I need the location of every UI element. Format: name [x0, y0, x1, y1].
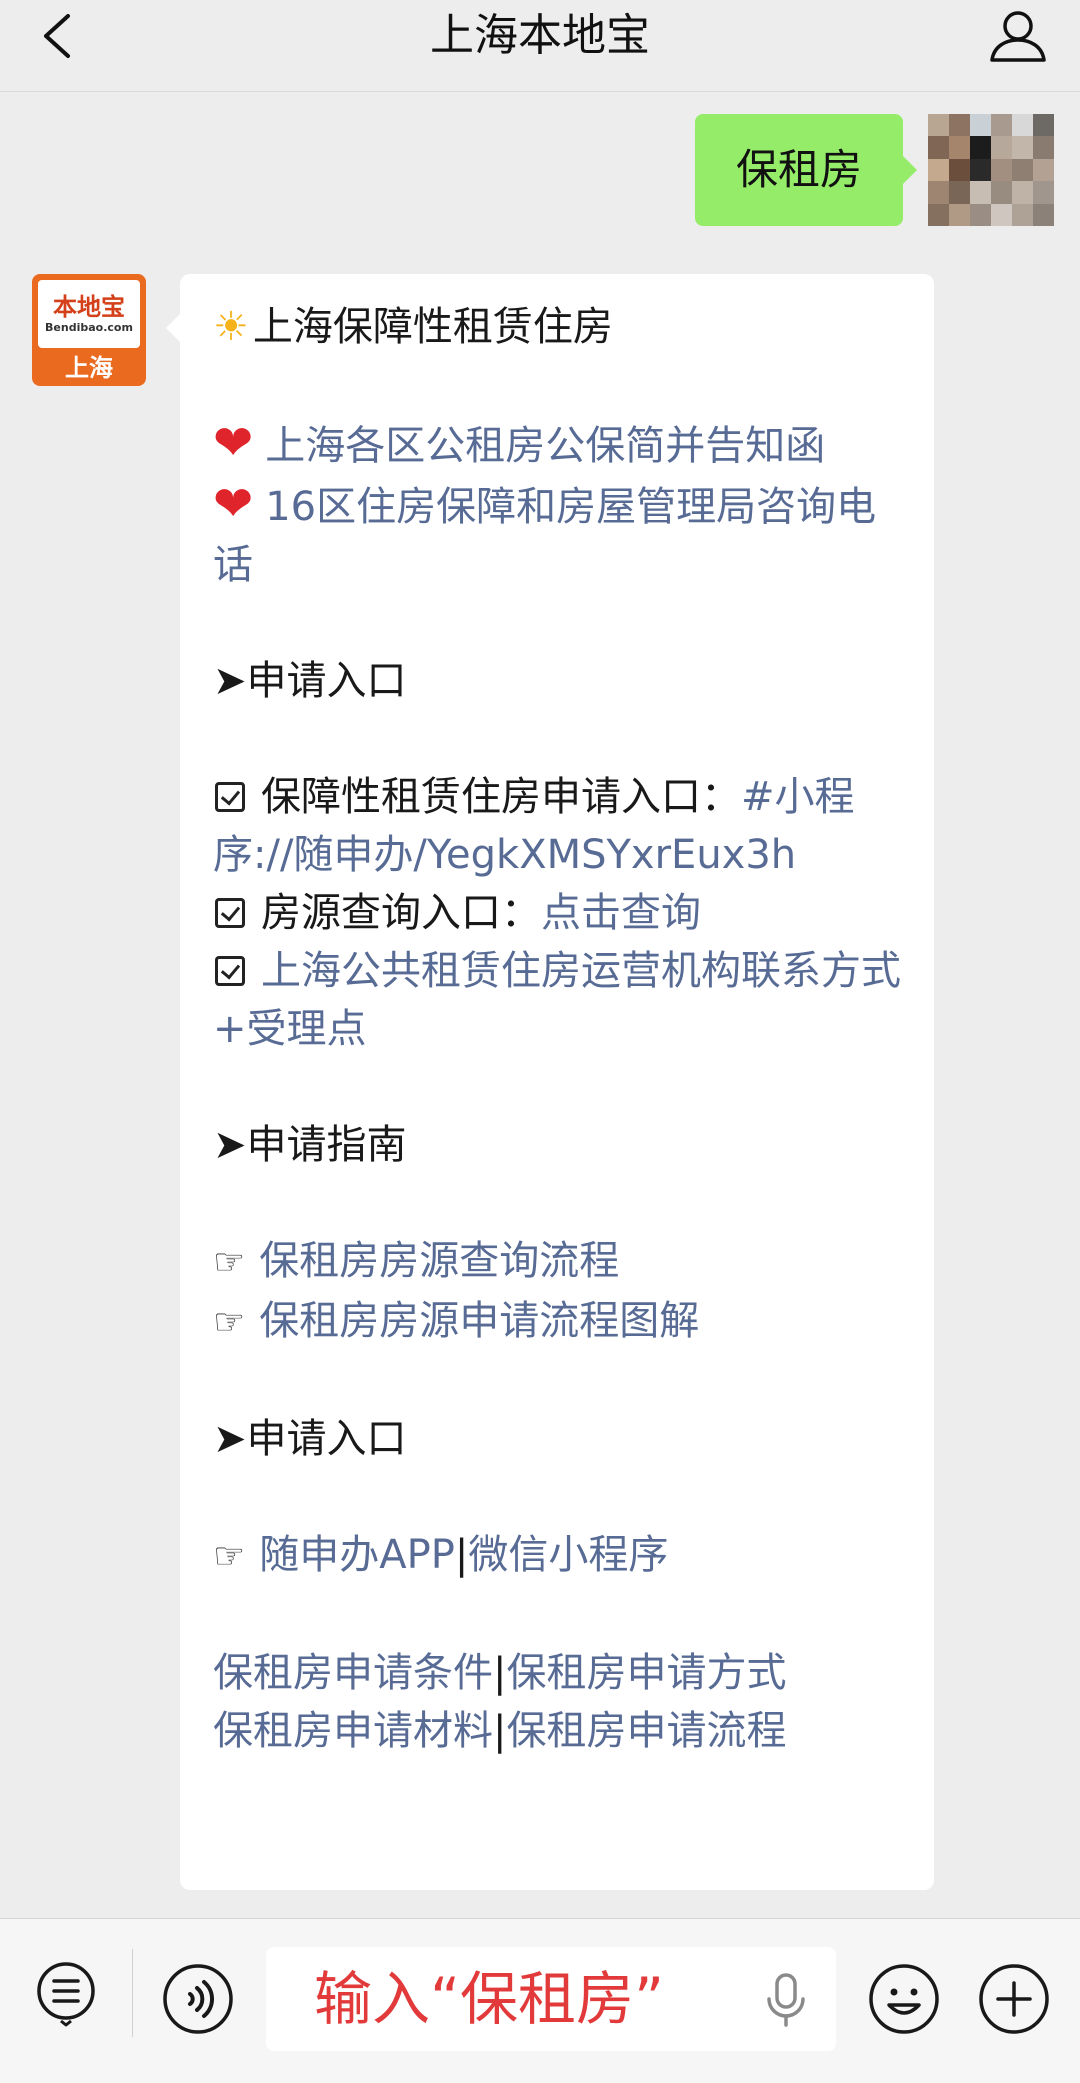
- checkbox-icon: [215, 782, 245, 812]
- guide-item: ☞ 保租房房源查询流程: [213, 1232, 902, 1292]
- chat-screen: 上海本地宝 保租房 本地宝 Bendibao.com 上海 ☀ 上海保障性租赁住房…: [0, 0, 1080, 2083]
- input-hint-text: 输入“保租房”: [314, 1965, 665, 2033]
- app-entry-item: ☞ 随申办APP|微信小程序: [213, 1526, 902, 1586]
- entry-label: 房源查询入口：: [261, 890, 541, 936]
- separator: |: [454, 1532, 469, 1578]
- bot-avatar[interactable]: 本地宝 Bendibao.com 上海: [32, 274, 146, 386]
- entry-item: 房源查询入口：点击查询: [213, 884, 902, 942]
- voice-button[interactable]: [162, 1963, 234, 2035]
- heart-icon: ❤: [213, 415, 254, 471]
- bot-message-bubble: ☀ 上海保障性租赁住房 ❤ 上海各区公租房公保简并告知函 ❤ 16区住房保障和房屋管理…: [166, 274, 934, 1890]
- logo-domain: Bendibao.com: [45, 321, 133, 334]
- user-avatar[interactable]: [928, 114, 1054, 226]
- section-title: ➤申请指南: [213, 1122, 407, 1168]
- entry-item: 保障性租赁住房申请入口：#小程序://随申办/YegkXMSYxrEux3h: [213, 768, 902, 884]
- section-title: ➤申请入口: [213, 1416, 407, 1462]
- bendibao-logo: 本地宝 Bendibao.com: [38, 280, 140, 348]
- materials-link[interactable]: 保租房申请材料: [213, 1708, 493, 1754]
- pointing-hand-icon: ☞: [213, 1242, 246, 1283]
- pointing-hand-icon: ☞: [213, 1536, 246, 1577]
- guide-link[interactable]: 保租房房源申请流程图解: [259, 1298, 699, 1344]
- emoji-icon: [869, 1964, 939, 2034]
- process-link[interactable]: 保租房申请流程: [506, 1708, 786, 1754]
- microphone-icon[interactable]: [758, 1971, 814, 2029]
- emoji-button[interactable]: [868, 1963, 940, 2035]
- separator: |: [493, 1708, 507, 1754]
- link-line: ❤ 上海各区公租房公保简并告知函: [213, 414, 902, 475]
- menu-list-icon: [37, 1962, 95, 2027]
- bottom-input-bar: 输入“保租房”: [0, 1918, 1080, 2083]
- notice-link[interactable]: 上海各区公租房公保简并告知函: [265, 423, 825, 469]
- consult-phone-link[interactable]: 16区住房保障和房屋管理局咨询电话: [213, 484, 876, 588]
- message-title: 上海保障性租赁住房: [252, 304, 613, 350]
- message-input[interactable]: 输入“保租房”: [266, 1947, 836, 2051]
- entry-label: 保障性租赁住房申请入口：: [261, 774, 741, 820]
- bar-divider: [132, 1949, 133, 2037]
- profile-button[interactable]: [986, 4, 1050, 68]
- query-link[interactable]: 点击查询: [541, 890, 701, 936]
- agency-contact-link[interactable]: 上海公共租赁住房运营机构联系方式+受理点: [213, 948, 901, 1052]
- separator: |: [493, 1650, 507, 1696]
- guide-item: ☞ 保租房房源申请流程图解: [213, 1292, 902, 1352]
- user-profile-icon: [990, 11, 1046, 62]
- checkbox-icon: [215, 956, 245, 986]
- logo-city: 上海: [65, 354, 113, 382]
- voice-icon: [163, 1964, 233, 2034]
- user-message-bubble[interactable]: 保租房: [695, 114, 917, 226]
- sun-icon: ☀: [213, 304, 249, 350]
- conditions-link[interactable]: 保租房申请条件: [213, 1650, 493, 1696]
- heart-icon: ❤: [213, 476, 254, 532]
- mini-program-entry-link[interactable]: 微信小程序: [468, 1532, 668, 1578]
- more-button[interactable]: [978, 1963, 1050, 2035]
- entry-item: 上海公共租赁住房运营机构联系方式+受理点: [213, 942, 902, 1058]
- menu-button[interactable]: [33, 1961, 99, 2027]
- section-title: ➤申请入口: [213, 658, 407, 704]
- message-title-line: ☀ 上海保障性租赁住房: [213, 298, 902, 356]
- plus-icon: [979, 1964, 1049, 2034]
- pointing-hand-icon: ☞: [213, 1302, 246, 1343]
- link-line: ❤ 16区住房保障和房屋管理局咨询电话: [213, 475, 902, 594]
- app-link[interactable]: 随申办APP: [259, 1532, 455, 1578]
- footer-links-row: 保租房申请条件|保租房申请方式: [213, 1644, 902, 1702]
- checkbox-icon: [215, 898, 245, 928]
- logo-text: 本地宝: [53, 292, 125, 321]
- methods-link[interactable]: 保租房申请方式: [506, 1650, 786, 1696]
- guide-link[interactable]: 保租房房源查询流程: [259, 1238, 619, 1284]
- footer-links-row: 保租房申请材料|保租房申请流程: [213, 1702, 902, 1760]
- chat-title: 上海本地宝: [430, 10, 650, 61]
- chat-header: 上海本地宝: [0, 0, 1080, 92]
